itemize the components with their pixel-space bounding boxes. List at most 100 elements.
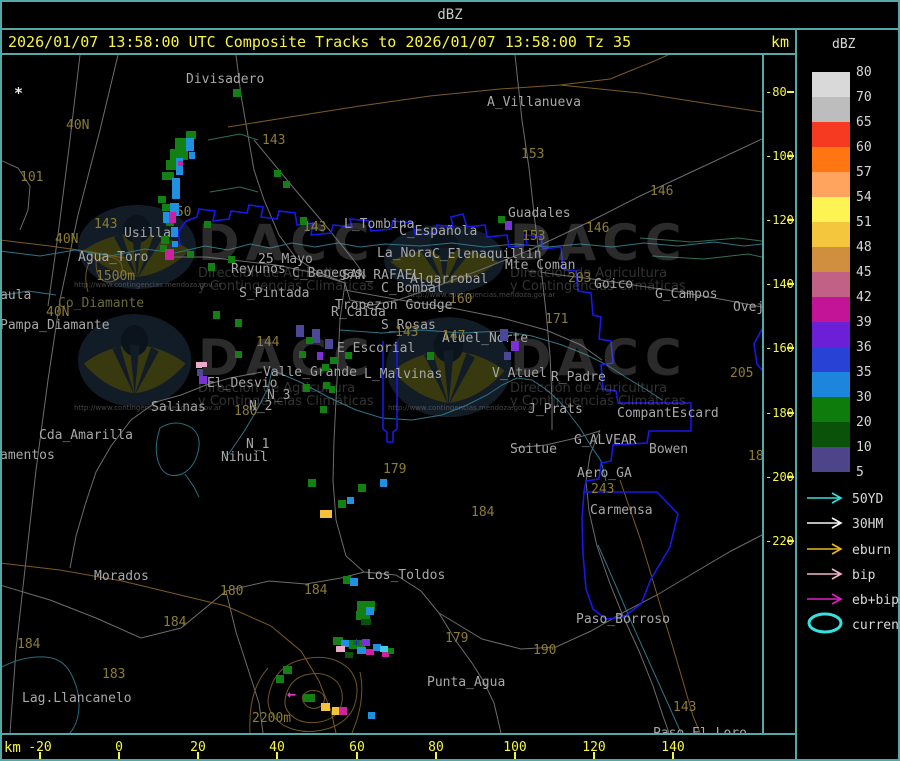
radar-echo-cell <box>161 236 169 244</box>
place-label: Aero_GA <box>577 466 632 481</box>
x-axis-tick <box>435 752 437 759</box>
y-axis-tick <box>787 540 794 542</box>
legend-item: 30HM <box>806 515 883 534</box>
y-axis-tick-label: -80 <box>765 85 787 99</box>
radar-echo-cell <box>338 500 346 508</box>
route-number-label: 40N <box>66 118 90 133</box>
map-right-border <box>762 55 764 735</box>
radar-map-canvas[interactable]: Divisadero A_Villanueva Guadales Usillal L_T… <box>2 55 762 733</box>
place-label: Oveje <box>733 300 762 315</box>
place-label: Co_Diamante <box>58 296 145 311</box>
current-storm-icon <box>806 611 844 639</box>
white-asterisk: * <box>14 84 24 102</box>
radar-echo-cell <box>500 329 508 341</box>
radar-echo-cell <box>233 89 241 97</box>
y-axis-tick <box>787 155 794 157</box>
colorbar-block <box>812 147 850 172</box>
x-axis-tick <box>593 752 595 759</box>
route-number-label: 2200m <box>252 711 292 726</box>
route-number-label: 143 <box>94 217 118 232</box>
radar-echo-cell <box>158 196 166 203</box>
legend-item: 50YD <box>806 490 883 509</box>
radar-echo-cell <box>498 216 505 223</box>
radar-app-window: dBZ 2026/01/07 13:58:00 UTC Composite Tr… <box>0 0 900 761</box>
colorbar-value-label: 36 <box>856 340 872 355</box>
legend-label: 50YD <box>852 492 884 507</box>
place-label: Los_Toldos <box>367 568 446 583</box>
watermark-url: http://www.contingencias.mendoza.gov.ar <box>74 281 222 289</box>
watermark-text: DACC Dirección de Agricultura y Contingenc… <box>198 214 376 294</box>
radar-echo-cell <box>306 337 313 344</box>
radar-echo-cell <box>388 648 394 654</box>
radar-echo-cell <box>362 639 370 646</box>
colorbar-value-label: 70 <box>856 90 872 105</box>
colorbar-value-label: 51 <box>856 215 872 230</box>
colorbar-value-label: 48 <box>856 240 872 255</box>
radar-echo-cell <box>347 497 354 504</box>
radar-echo-cell <box>235 319 242 327</box>
eburn-arrow-icon <box>806 541 844 560</box>
radar-echo-cell <box>276 675 284 683</box>
radar-echo-cell <box>380 479 387 487</box>
legend-label: eb+bip <box>852 593 899 608</box>
x-axis-tick <box>672 752 674 759</box>
radar-echo-cell <box>303 694 315 702</box>
place-label: A_Villanueva <box>487 95 581 110</box>
radar-echo-cell <box>312 329 320 343</box>
place-label: Bowen <box>649 442 689 457</box>
route-number-label: 153 <box>521 147 545 162</box>
route-number-label: 183 <box>102 667 126 682</box>
radar-echo-cell <box>228 256 235 263</box>
place-label: Pampa_Diamante <box>2 318 110 333</box>
radar-echo-cell <box>274 170 281 177</box>
colorbar-value-label: 5 <box>856 465 864 480</box>
radar-echo-cell <box>320 406 327 413</box>
radar-echo-cell <box>361 619 371 625</box>
map-bottom-border <box>0 733 797 735</box>
place-label: Agua_Toro <box>78 250 149 265</box>
radar-echo-cell <box>511 341 519 351</box>
watermark-text: DACC Dirección de Agricultura y Contingenc… <box>510 329 688 409</box>
radar-echo-cell <box>505 221 512 230</box>
place-label: Morados <box>94 569 149 584</box>
place-label: G_ALVEAR <box>574 433 637 448</box>
radar-echo-cell <box>172 241 178 247</box>
x-axis-tick <box>118 752 120 759</box>
radar-echo-cell <box>165 249 174 260</box>
watermark-url: http://www.contingencias.mendoza.gov.ar <box>388 404 536 412</box>
colorbar-block <box>812 347 850 372</box>
y-axis-tick <box>787 347 794 349</box>
watermark-url: http://www.contingencias.mendoza.gov.ar <box>408 291 556 299</box>
route-number-label: 243 <box>591 482 615 497</box>
radar-echo-cell <box>169 212 176 223</box>
bip-arrow-icon <box>806 566 844 585</box>
colorbar-value-label: 35 <box>856 365 872 380</box>
colorbar-value-label: 42 <box>856 290 872 305</box>
radar-echo-cell <box>332 707 339 715</box>
radar-echo-cell <box>325 339 333 349</box>
radar-echo-cell <box>368 712 375 719</box>
x-axis-tick <box>276 752 278 759</box>
titlebar-separator <box>0 28 900 30</box>
30HM-arrow-icon <box>806 515 844 534</box>
x-axis-tick <box>514 752 516 759</box>
radar-echo-cell <box>339 707 347 715</box>
colorbar-value-label: 65 <box>856 115 872 130</box>
radar-echo-cell <box>303 384 310 392</box>
radar-echo-cell <box>283 666 292 674</box>
radar-echo-cell <box>308 479 316 487</box>
legend-label: 30HM <box>852 517 884 532</box>
watermark-text: DACC Dirección de Agricultura y Contingenc… <box>510 214 688 294</box>
colorbar-block <box>812 172 850 197</box>
colorbar-block <box>812 222 850 247</box>
route-number-label: 40N <box>55 232 79 247</box>
colorbar-value-label: 20 <box>856 415 872 430</box>
radar-echo-cell <box>330 357 337 364</box>
colorbar-block <box>812 97 850 122</box>
legend-item: eb+bip <box>806 591 899 610</box>
colorbar-block <box>812 422 850 447</box>
colorbar-block <box>812 297 850 322</box>
colorbar-value-label: 60 <box>856 140 872 155</box>
radar-echo-cell <box>283 181 290 188</box>
axis-unit-label: km <box>771 33 790 51</box>
